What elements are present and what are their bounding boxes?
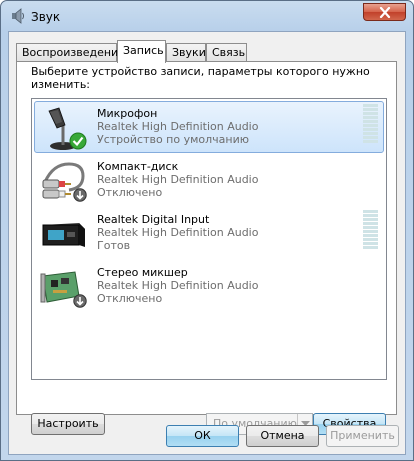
- tab-recording[interactable]: Запись: [117, 40, 166, 63]
- device-status: Отключено: [97, 186, 163, 199]
- disabled-arrow-icon: [73, 294, 87, 308]
- digital-input-device-icon: [42, 223, 85, 247]
- close-icon: [379, 7, 391, 18]
- device-item-stereo-mix[interactable]: Стерео микшер Realtek High Definition Au…: [34, 260, 384, 312]
- device-driver: Realtek High Definition Audio: [97, 120, 259, 133]
- device-item-microphone[interactable]: Микрофон Realtek High Definition Audio У…: [34, 101, 384, 153]
- apply-button[interactable]: Применить: [326, 425, 399, 447]
- ok-button[interactable]: ОК: [166, 425, 239, 447]
- dialog-client-area: Воспроизведение Запись Звуки Связь Выбер…: [8, 31, 406, 455]
- device-item-digital-input[interactable]: Realtek Digital Input Realtek High Defin…: [34, 207, 384, 259]
- device-name: Realtek Digital Input: [97, 213, 210, 226]
- recording-tab-panel: Выберите устройство записи, параметры ко…: [16, 61, 397, 435]
- tab-sounds[interactable]: Звуки: [166, 43, 206, 61]
- device-driver: Realtek High Definition Audio: [97, 173, 259, 186]
- instruction-text: Выберите устройство записи, параметры ко…: [31, 65, 370, 91]
- device-driver: Realtek High Definition Audio: [97, 279, 259, 292]
- close-button[interactable]: [363, 3, 406, 21]
- tab-playback[interactable]: Воспроизведение: [16, 43, 125, 61]
- level-meter: [363, 104, 378, 144]
- device-status: Готов: [97, 239, 131, 252]
- device-driver: Realtek High Definition Audio: [97, 226, 259, 239]
- window-title: Звук: [31, 10, 61, 24]
- default-check-icon: [69, 132, 87, 150]
- device-name: Микрофон: [97, 107, 158, 120]
- cancel-button[interactable]: Отмена: [246, 425, 319, 447]
- speaker-icon: [12, 8, 24, 24]
- title-bar[interactable]: Звук: [1, 1, 413, 31]
- tab-communications[interactable]: Связь: [206, 43, 247, 61]
- level-meter: [363, 210, 378, 250]
- device-name: Компакт-диск: [97, 160, 179, 173]
- configure-button[interactable]: Настроить: [31, 413, 105, 435]
- recording-device-list[interactable]: Микрофон Realtek High Definition Audio У…: [31, 98, 387, 380]
- device-status: Отключено: [97, 292, 163, 305]
- device-item-cd[interactable]: Компакт-диск Realtek High Definition Aud…: [34, 154, 384, 206]
- disabled-arrow-icon: [73, 188, 87, 202]
- sound-dialog-window: Звук Воспроизведение Запись Звуки Связь …: [0, 0, 414, 461]
- device-name: Стерео микшер: [97, 266, 188, 279]
- device-status: Устройство по умолчанию: [97, 133, 250, 146]
